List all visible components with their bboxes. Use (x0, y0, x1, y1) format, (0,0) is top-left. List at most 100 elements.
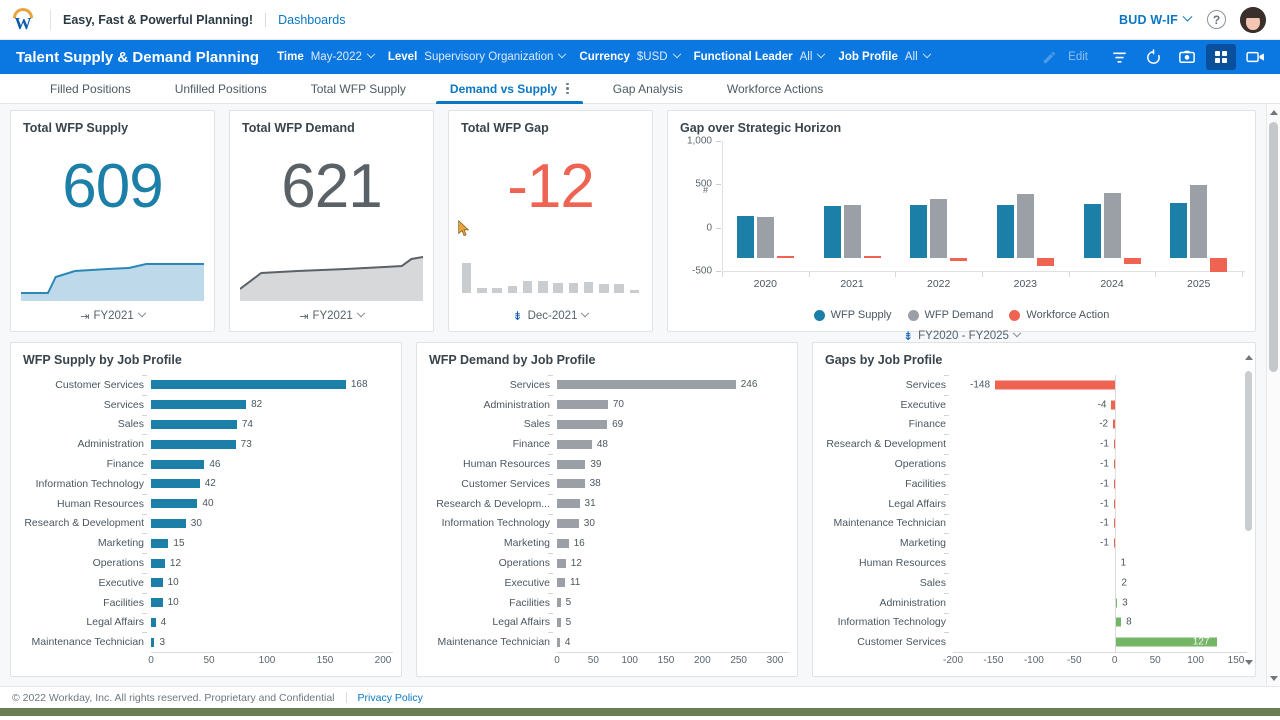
table-row[interactable]: Services 246 (425, 375, 789, 395)
filter-functional-leader[interactable]: Functional Leader All (694, 49, 826, 63)
table-row[interactable]: Operations 12 (19, 553, 393, 573)
bar[interactable] (557, 400, 608, 410)
bar[interactable] (151, 598, 163, 608)
bar[interactable] (151, 439, 236, 449)
column-bar[interactable] (736, 216, 754, 258)
bar[interactable] (151, 558, 165, 568)
filter-button[interactable] (1104, 44, 1134, 70)
card-total-wfp-supply[interactable]: Total WFP Supply 609 ⇥ FY2021 (10, 110, 215, 332)
bar[interactable] (151, 459, 205, 469)
bar[interactable] (151, 637, 155, 647)
table-row[interactable]: Sales 2 (821, 573, 1247, 593)
table-row[interactable]: Facilities 10 (19, 593, 393, 613)
bar[interactable] (557, 598, 561, 608)
bar[interactable] (557, 637, 560, 647)
table-row[interactable]: Administration 73 (19, 434, 393, 454)
tab-overflow-menu-icon[interactable] (566, 82, 569, 95)
table-row[interactable]: Administration 70 (425, 395, 789, 415)
bar[interactable] (557, 439, 592, 449)
help-icon[interactable]: ? (1207, 10, 1226, 29)
column-bar[interactable] (1103, 192, 1121, 258)
table-row[interactable]: Sales 74 (19, 415, 393, 435)
table-row[interactable]: Operations -1 (821, 454, 1247, 474)
bar[interactable] (151, 380, 346, 390)
refresh-button[interactable] (1138, 44, 1168, 70)
tab-total-wfp-supply[interactable]: Total WFP Supply (289, 74, 428, 103)
column-bar[interactable] (930, 199, 948, 258)
column-bar[interactable] (863, 256, 881, 259)
column-bar[interactable] (756, 216, 774, 258)
table-row[interactable]: Marketing 15 (19, 533, 393, 553)
table-row[interactable]: Information Technology 42 (19, 474, 393, 494)
scroll-down-arrow-icon[interactable] (1244, 654, 1253, 670)
table-row[interactable]: Legal Affairs 5 (425, 613, 789, 633)
table-row[interactable]: Customer Services 38 (425, 474, 789, 494)
legend-item-wfp-demand[interactable]: WFP Demand (907, 309, 993, 321)
table-row[interactable]: Facilities -1 (821, 474, 1247, 494)
column-bar[interactable] (1210, 257, 1228, 272)
table-row[interactable]: Finance 48 (425, 434, 789, 454)
bar[interactable] (151, 499, 198, 509)
column-bar[interactable] (1190, 184, 1208, 258)
scroll-up-arrow-icon[interactable] (1244, 349, 1253, 365)
bar[interactable] (557, 459, 586, 469)
card-footer-gap[interactable]: ⇟ Dec-2021 (449, 301, 652, 331)
bar[interactable] (557, 499, 580, 509)
table-row[interactable]: Information Technology 30 (425, 514, 789, 534)
tab-filled-positions[interactable]: Filled Positions (28, 74, 153, 103)
tab-demand-vs-supply[interactable]: Demand vs Supply (428, 74, 591, 104)
table-row[interactable]: Services 82 (19, 395, 393, 415)
column-bar[interactable] (1170, 203, 1188, 258)
column-bar[interactable] (910, 204, 928, 258)
scrollbar-thumb[interactable] (1269, 122, 1278, 372)
card-wfp-supply-by-job-profile[interactable]: WFP Supply by Job Profile Customer Servi… (10, 342, 402, 677)
filter-job-profile[interactable]: Job Profile All (838, 49, 931, 63)
column-bar[interactable] (843, 205, 861, 258)
table-row[interactable]: Research & Development -1 (821, 434, 1247, 454)
bar[interactable] (557, 617, 561, 627)
bar[interactable] (151, 578, 163, 588)
bar[interactable] (995, 380, 1115, 390)
card-footer-demand[interactable]: ⇥ FY2021 (230, 301, 433, 331)
bar[interactable] (151, 617, 156, 627)
column-bar[interactable] (776, 255, 794, 258)
table-row[interactable]: Maintenance Technician -1 (821, 514, 1247, 534)
table-row[interactable]: Legal Affairs 4 (19, 613, 393, 633)
bar[interactable] (151, 419, 237, 429)
bar[interactable] (557, 538, 569, 548)
column-bar[interactable] (1083, 204, 1101, 258)
table-row[interactable]: Sales 69 (425, 415, 789, 435)
card-wfp-demand-by-job-profile[interactable]: WFP Demand by Job Profile Services 246 Adm… (416, 342, 798, 677)
column-bar[interactable] (823, 206, 841, 258)
table-row[interactable]: Research & Developm... 31 (425, 494, 789, 514)
card-total-wfp-gap[interactable]: Total WFP Gap -12 ⇟ Dec-2021 (448, 110, 653, 332)
column-bar[interactable] (1016, 193, 1034, 258)
avatar[interactable] (1240, 6, 1266, 33)
table-row[interactable]: Legal Affairs -1 (821, 494, 1247, 514)
column-bar[interactable] (996, 205, 1014, 258)
table-row[interactable]: Executive 11 (425, 573, 789, 593)
tab-gap-analysis[interactable]: Gap Analysis (591, 74, 705, 103)
gaps-card-scrollbar[interactable] (1244, 349, 1253, 670)
legend-item-workforce-action[interactable]: Workforce Action (1009, 309, 1109, 321)
column-bar[interactable] (1123, 257, 1141, 264)
table-row[interactable]: Facilities 5 (425, 593, 789, 613)
card-gap-over-strategic-horizon[interactable]: Gap over Strategic Horizon -500 0 500 1,000… (667, 110, 1256, 343)
table-row[interactable]: Human Resources 1 (821, 553, 1247, 573)
bar[interactable] (557, 479, 585, 489)
tenant-selector[interactable]: BUD W-IF (1119, 11, 1193, 27)
filter-level[interactable]: Level Supervisory Organization (388, 49, 567, 63)
scroll-up-arrow-icon[interactable] (1267, 104, 1280, 120)
workday-logo[interactable]: W (8, 4, 38, 36)
grid-view-button[interactable] (1206, 44, 1236, 70)
breadcrumb-dashboards[interactable]: Dashboards (278, 13, 345, 27)
table-row[interactable]: Information Technology 8 (821, 613, 1247, 633)
table-row[interactable]: Customer Services 127 (821, 632, 1247, 652)
table-row[interactable]: Human Resources 40 (19, 494, 393, 514)
table-row[interactable]: Marketing 16 (425, 533, 789, 553)
bar[interactable] (557, 419, 608, 429)
presentation-button[interactable] (1240, 44, 1270, 70)
scrollbar-thumb[interactable] (1245, 371, 1252, 531)
tab-unfilled-positions[interactable]: Unfilled Positions (153, 74, 289, 103)
table-row[interactable]: Administration 3 (821, 593, 1247, 613)
